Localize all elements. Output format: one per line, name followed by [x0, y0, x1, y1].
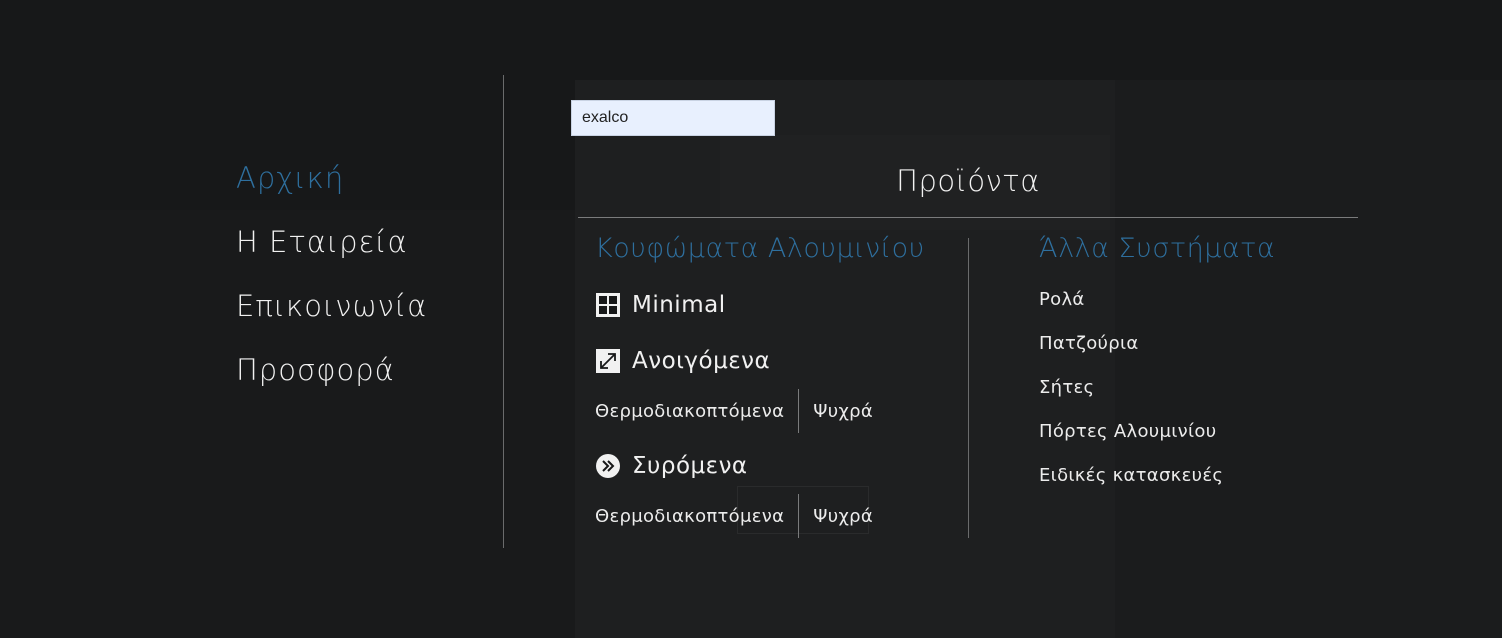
category-minimal[interactable]: Minimal [595, 292, 726, 318]
subcategory-separator [798, 389, 800, 433]
sliding-cold-link[interactable]: Ψυχρά [813, 506, 873, 527]
search-input[interactable] [571, 100, 775, 136]
double-chevron-circle-icon [595, 453, 621, 479]
nav-item-company[interactable]: Η Εταιρεία [236, 220, 427, 284]
columns-divider [968, 238, 969, 538]
subcategory-separator [798, 494, 800, 538]
menu-overlay: Αρχική Η Εταιρεία Επικοινωνία Προσφορά Π… [0, 0, 1502, 638]
nav-item-offer[interactable]: Προσφορά [236, 348, 427, 412]
other-systems-item[interactable]: Πόρτες Αλουμινίου [1039, 418, 1223, 462]
category-label: Ανοιγόμενα [632, 348, 771, 374]
other-systems-list: Ρολά Πατζούρια Σήτες Πόρτες Αλουμινίου Ε… [1039, 286, 1223, 506]
other-systems-heading[interactable]: Άλλα Συστήματα [1039, 233, 1275, 264]
other-systems-item[interactable]: Ειδικές κατασκευές [1039, 462, 1223, 506]
other-systems-item[interactable]: Ρολά [1039, 286, 1223, 330]
products-divider [578, 217, 1358, 218]
opening-cold-link[interactable]: Ψυχρά [813, 401, 873, 422]
other-systems-item[interactable]: Σήτες [1039, 374, 1223, 418]
opening-thermal-break-link[interactable]: Θερμοδιακοπτόμενα [595, 401, 784, 422]
category-label: Συρόμενα [632, 453, 748, 479]
sliding-subcategories: Θερμοδιακοπτόμενα Ψυχρά [595, 494, 873, 538]
expand-arrows-icon [595, 348, 621, 374]
nav-item-contact[interactable]: Επικοινωνία [236, 284, 427, 348]
aluminium-frames-heading[interactable]: Κουφώματα Αλουμινίου [595, 233, 925, 264]
other-systems-item[interactable]: Πατζούρια [1039, 330, 1223, 374]
category-sliding[interactable]: Συρόμενα [595, 453, 748, 479]
opening-subcategories: Θερμοδιακοπτόμενα Ψυχρά [595, 389, 873, 433]
category-opening[interactable]: Ανοιγόμενα [595, 348, 770, 374]
main-nav: Αρχική Η Εταιρεία Επικοινωνία Προσφορά [236, 156, 427, 412]
category-label: Minimal [632, 292, 726, 318]
products-title: Προϊόντα [896, 164, 1040, 198]
nav-item-home[interactable]: Αρχική [236, 156, 427, 220]
sliding-thermal-break-link[interactable]: Θερμοδιακοπτόμενα [595, 506, 784, 527]
nav-divider [503, 75, 504, 548]
grid-window-icon [595, 292, 621, 318]
